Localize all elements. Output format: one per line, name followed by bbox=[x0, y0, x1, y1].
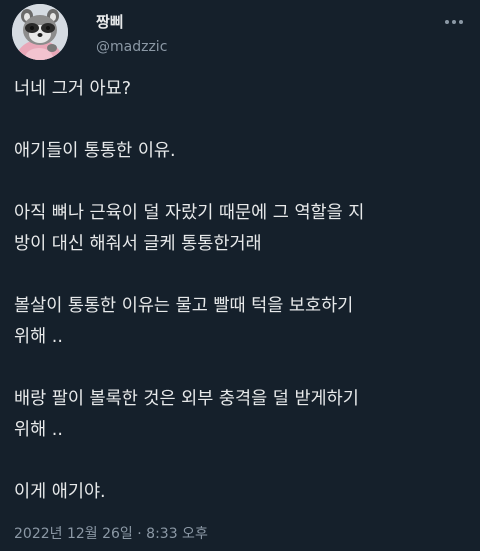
tweet-text: 너네 그거 아묘? 애기들이 통통한 이유. 아직 뼈나 근육이 덜 자랐기 때… bbox=[14, 74, 470, 508]
timestamp-date: 2022년 12월 26일 bbox=[14, 526, 133, 542]
tweet: 짱삐 @madzzic 너네 그거 아묘? 애기들이 통통한 이유. 아직 뼈나… bbox=[0, 0, 480, 551]
timestamp-separator: · bbox=[137, 526, 142, 542]
tweet-line: 아직 뼈나 근육이 덜 자랐기 때문에 그 역할을 지 bbox=[14, 203, 365, 223]
user-handle[interactable]: @madzzic bbox=[96, 38, 167, 56]
tweet-line: 애기들이 통통한 이유. bbox=[14, 141, 176, 161]
more-options-icon bbox=[445, 20, 463, 24]
more-options-button[interactable] bbox=[440, 10, 468, 34]
tweet-line: 위해 .. bbox=[14, 327, 63, 347]
display-name[interactable]: 짱삐 bbox=[96, 13, 124, 31]
timestamp-time: 8:33 오후 bbox=[146, 526, 208, 542]
tweet-line: 이게 애기야. bbox=[14, 482, 106, 502]
raccoon-avatar-icon bbox=[12, 4, 68, 60]
tweet-line: 너네 그거 아묘? bbox=[14, 79, 132, 99]
avatar[interactable] bbox=[12, 4, 68, 60]
tweet-line: 볼살이 통통한 이유는 물고 빨때 턱을 보호하기 bbox=[14, 296, 354, 316]
tweet-line: 위해 .. bbox=[14, 420, 63, 440]
tweet-line: 방이 대신 해줘서 글케 통통한거래 bbox=[14, 234, 262, 254]
tweet-line: 배랑 팔이 볼록한 것은 외부 충격을 덜 받게하기 bbox=[14, 389, 359, 409]
tweet-timestamp[interactable]: 2022년 12월 26일 · 8:33 오후 bbox=[14, 524, 208, 544]
